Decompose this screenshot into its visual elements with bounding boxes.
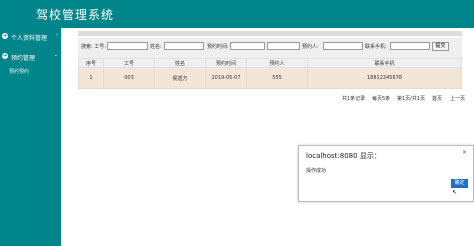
ok-button[interactable]: 确定 bbox=[451, 179, 468, 188]
sidebar-item-appointments[interactable]: ➜ 预约管理 ⌄ bbox=[0, 50, 61, 64]
table-cell: 555 bbox=[246, 67, 308, 89]
label-appointee: 预约人: bbox=[302, 44, 319, 50]
sidebar-item-label: 个人资料管理 bbox=[11, 35, 48, 42]
employee-id-input[interactable] bbox=[107, 42, 148, 50]
label-name: 姓名: bbox=[150, 44, 162, 50]
label-appointment-time: 预约时间: bbox=[207, 44, 229, 50]
menu-arrow-icon: ➜ bbox=[2, 53, 8, 59]
column-header: 预约时间 bbox=[205, 58, 247, 68]
table-cell: 1 bbox=[78, 67, 104, 89]
toolbar-strip bbox=[78, 31, 462, 36]
sidebar-item-profile[interactable]: ➜ 个人资料管理 › bbox=[0, 30, 61, 44]
chevron-down-icon: ⌄ bbox=[53, 52, 58, 58]
pager-first-link[interactable]: 首页 bbox=[432, 95, 442, 102]
name-input[interactable] bbox=[164, 42, 204, 50]
pager-summary: 共1条记录 bbox=[342, 96, 366, 102]
data-table: 序号 工号 姓名 预约时间 预约人 联系手机 1 003 侯遗方 2019-05… bbox=[78, 58, 462, 89]
table-header-row: 序号 工号 姓名 预约时间 预约人 联系手机 bbox=[78, 58, 462, 68]
chevron-right-icon: › bbox=[56, 32, 58, 38]
table-cell: 2019-05-07 bbox=[205, 67, 247, 89]
appointment-time-input[interactable] bbox=[230, 42, 265, 50]
appointee-input[interactable] bbox=[323, 42, 363, 50]
pager-prev-link[interactable]: 上一页 bbox=[450, 95, 465, 102]
column-header: 姓名 bbox=[154, 58, 206, 68]
label-phone: 联系手机: bbox=[365, 44, 387, 50]
column-header: 预约人 bbox=[246, 58, 308, 68]
sidebar: ➜ 个人资料管理 › ➜ 预约管理 ⌄ 预约预约 bbox=[0, 28, 61, 246]
app-header: 驾校管理系统 bbox=[0, 0, 474, 28]
phone-input[interactable] bbox=[390, 42, 430, 50]
pager-page-info: 第1页/共1页 bbox=[397, 96, 426, 102]
column-header: 联系手机 bbox=[307, 58, 462, 68]
app-title: 驾校管理系统 bbox=[36, 8, 115, 22]
sidebar-subitem-appointment[interactable]: 预约预约 bbox=[9, 68, 29, 75]
submit-button[interactable]: 提交 bbox=[432, 42, 449, 51]
dialog-title: localhost:8080 显示： bbox=[306, 152, 381, 160]
label-employee-id: 搜索: 工号: bbox=[81, 44, 106, 50]
dialog-message: 操作成功 bbox=[306, 168, 327, 174]
close-icon[interactable]: × bbox=[462, 149, 467, 156]
appointment-time-end-input[interactable] bbox=[267, 42, 300, 50]
table-cell: 侯遗方 bbox=[154, 67, 206, 89]
column-header: 工号 bbox=[103, 58, 155, 68]
alert-dialog: localhost:8080 显示： × 操作成功 确定 ↖ bbox=[298, 145, 474, 202]
mouse-pointer-icon: ↖ bbox=[452, 189, 458, 196]
table-cell: 18812345678 bbox=[307, 67, 462, 89]
table-cell: 003 bbox=[103, 67, 155, 89]
pager-per-page: 每页5条 bbox=[372, 96, 391, 102]
menu-arrow-icon: ➜ bbox=[2, 33, 8, 39]
column-header: 序号 bbox=[78, 58, 104, 68]
sidebar-item-label: 预约管理 bbox=[11, 55, 36, 62]
table-row[interactable]: 1 003 侯遗方 2019-05-07 555 18812345678 bbox=[78, 67, 462, 89]
